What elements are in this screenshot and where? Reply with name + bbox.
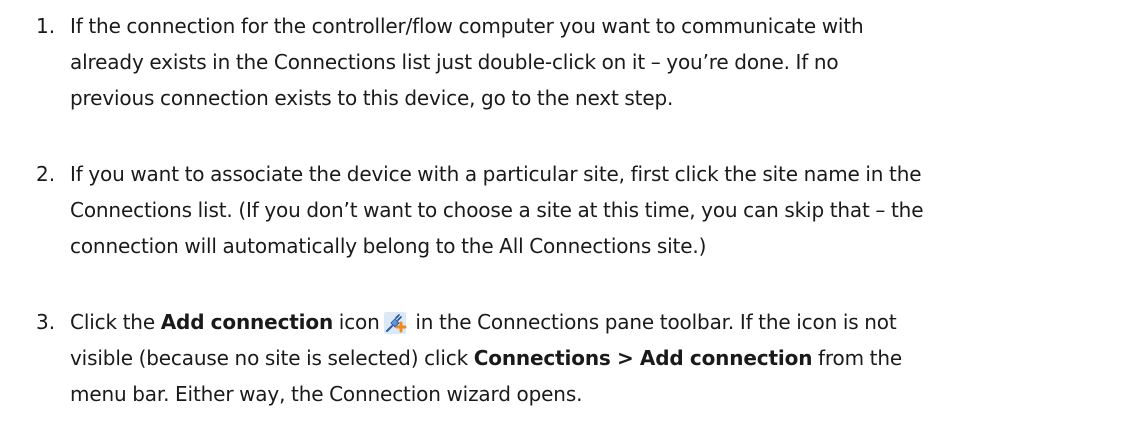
step-line: menu bar. Either way, the Connection wiz… [70, 382, 583, 406]
step-line: If the connection for the controller/flo… [70, 14, 864, 38]
step-line: visible (because no site is selected) cl… [70, 340, 1130, 376]
step-line: already exists in the Connections list j… [70, 50, 839, 74]
text-segment: icon [333, 310, 380, 334]
ui-term-menu-path: Connections > Add connection [473, 346, 813, 370]
step-text: If the connection for the controller/flo… [70, 8, 1130, 116]
step-number: 1. [36, 14, 56, 38]
step-line: previous connection exists to this devic… [70, 86, 674, 110]
step-line: Click the Add connection icon in the Con… [70, 304, 1130, 340]
ui-term-add-connection: Add connection [160, 310, 334, 334]
step-number: 2. [36, 162, 56, 186]
text-segment: visible (because no site is selected) cl… [70, 346, 474, 370]
text-segment: Click the [70, 310, 161, 334]
step-text: If you want to associate the device with… [70, 156, 1130, 264]
step-line: Connections list. (If you don’t want to … [70, 198, 924, 222]
text-segment: in the Connections pane toolbar. If the … [409, 310, 897, 334]
add-connection-icon [383, 310, 407, 334]
step-line: connection will automatically belong to … [70, 234, 707, 258]
step-number: 3. [36, 310, 56, 334]
instruction-list: 1. If the connection for the controller/… [0, 0, 1136, 423]
step-line: If you want to associate the device with… [70, 162, 922, 186]
text-segment: from the [812, 346, 903, 370]
step-text: Click the Add connection icon in the Con… [70, 304, 1130, 412]
